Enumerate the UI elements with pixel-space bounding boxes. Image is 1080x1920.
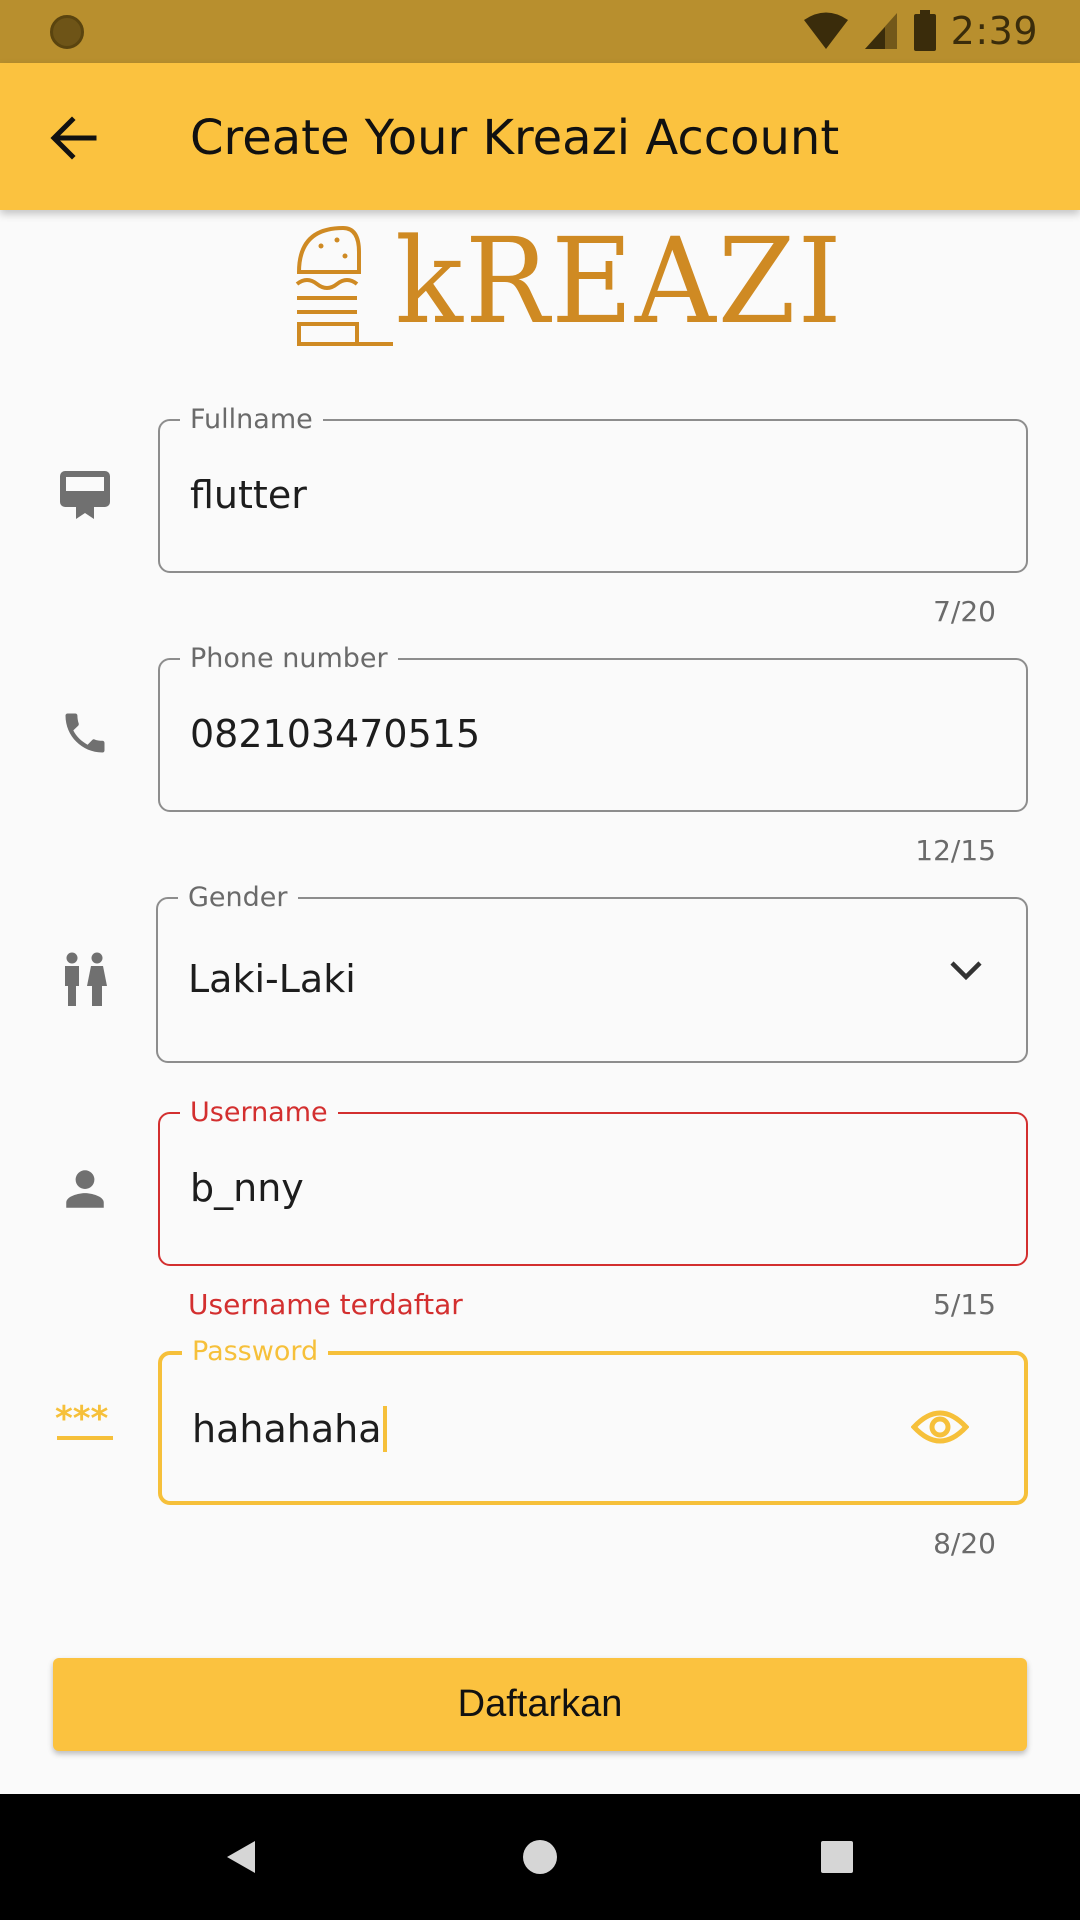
- gender-selected-value: Laki-Laki: [188, 957, 356, 1001]
- triangle-back-icon: [227, 1841, 255, 1873]
- username-error-text: Username terdaftar: [188, 1288, 463, 1321]
- svg-text:***: ***: [55, 1404, 109, 1439]
- phone-field[interactable]: Phone number 082103470515: [158, 642, 1028, 812]
- phone-input[interactable]: 082103470515: [190, 710, 480, 758]
- gender-label: Gender: [178, 881, 298, 915]
- toggle-visibility-button[interactable]: [910, 1403, 970, 1451]
- password-label: Password: [182, 1335, 329, 1369]
- status-right: 2:39: [803, 6, 1038, 56]
- signal-icon: [864, 13, 897, 49]
- app-bar: Create Your Kreazi Account: [0, 63, 1080, 210]
- fullname-field[interactable]: Fullname flutter: [158, 403, 1028, 573]
- system-nav-bar: [0, 1794, 1080, 1920]
- nav-recents-button[interactable]: [802, 1824, 872, 1890]
- logo-text: kREAZI: [395, 212, 844, 350]
- square-recents-icon: [821, 1841, 853, 1873]
- burger-logo-icon: [295, 225, 393, 346]
- gender-dropdown[interactable]: Gender Laki-Laki: [156, 881, 1028, 1063]
- page-title: Create Your Kreazi Account: [190, 110, 840, 166]
- password-counter: 8/20: [933, 1527, 996, 1560]
- person-icon: [52, 1156, 118, 1222]
- kreazi-logo: kREAZI: [293, 222, 842, 354]
- fullname-counter: 7/20: [933, 595, 996, 628]
- username-label: Username: [180, 1096, 338, 1130]
- notification-icon: [50, 15, 84, 49]
- fullname-input[interactable]: flutter: [190, 471, 307, 519]
- back-button[interactable]: [32, 103, 116, 173]
- wifi-icon: [803, 12, 848, 49]
- username-field[interactable]: Username b_nny: [158, 1096, 1028, 1266]
- password-icon: ***: [52, 1391, 118, 1457]
- card-icon: [52, 461, 118, 527]
- password-text: hahahaha: [192, 1407, 382, 1451]
- password-field[interactable]: Password hahahaha: [158, 1335, 1028, 1505]
- status-time: 2:39: [950, 9, 1038, 53]
- phone-icon: [52, 700, 118, 766]
- battery-icon: [913, 10, 936, 51]
- nav-back-button[interactable]: [206, 1824, 276, 1890]
- nav-home-button[interactable]: [505, 1824, 575, 1890]
- wc-icon: [52, 947, 118, 1013]
- arrow-back-icon: [50, 116, 97, 160]
- phone-counter: 12/15: [915, 834, 996, 867]
- status-bar: 2:39: [0, 0, 1080, 63]
- username-counter: 5/15: [933, 1288, 996, 1321]
- phone-label: Phone number: [180, 642, 398, 676]
- register-button[interactable]: Daftarkan: [53, 1658, 1027, 1751]
- password-input[interactable]: hahahaha: [192, 1405, 388, 1453]
- fullname-label: Fullname: [180, 403, 323, 437]
- chevron-down-icon[interactable]: [946, 955, 986, 985]
- username-input[interactable]: b_nny: [190, 1164, 304, 1212]
- text-cursor: [383, 1406, 388, 1452]
- circle-home-icon: [523, 1840, 557, 1874]
- eye-icon: [911, 1410, 969, 1444]
